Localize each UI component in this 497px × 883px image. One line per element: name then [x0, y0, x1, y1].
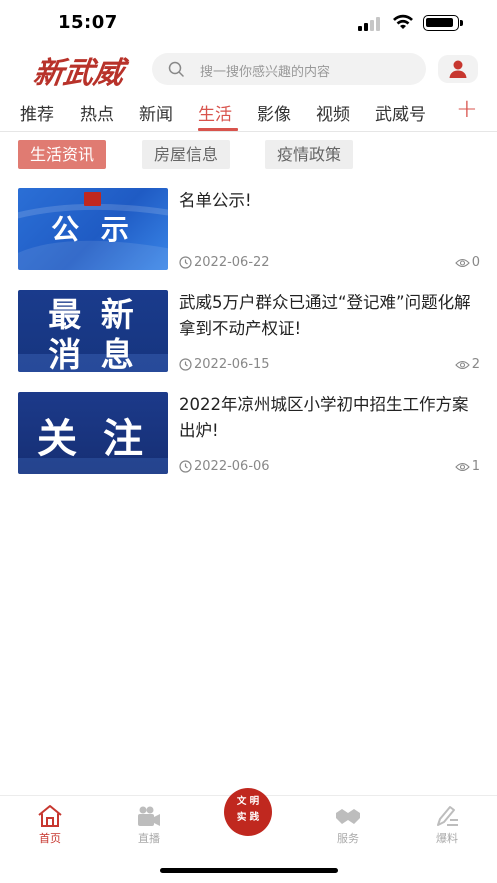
- wifi-icon: [393, 14, 413, 29]
- video-camera-icon: [138, 806, 160, 826]
- tab-hot[interactable]: 热点: [80, 100, 114, 125]
- nav-report[interactable]: 爆料: [417, 804, 477, 846]
- channel-tabs: 推荐 热点 新闻 生活 影像 视频 武威号 +: [0, 92, 497, 132]
- tab-recommend[interactable]: 推荐: [20, 100, 54, 125]
- news-thumbnail: 关 注: [18, 392, 168, 474]
- tab-images[interactable]: 影像: [257, 100, 291, 125]
- nav-service[interactable]: 服务: [318, 804, 378, 846]
- eye-icon: [454, 462, 470, 471]
- news-date: 2022-06-06: [179, 459, 270, 474]
- user-icon: [449, 60, 467, 78]
- thumbnail-caption-line-2: 消 息: [48, 335, 138, 372]
- news-thumbnail: 最 新 消 息: [18, 290, 168, 372]
- news-date-text: 2022-06-06: [194, 459, 270, 474]
- news-title[interactable]: 2022年凉州城区小学初中招生工作方案出炉!: [179, 392, 479, 444]
- badge-text-line-2: 实 践: [236, 812, 260, 823]
- app-logo: 新武威: [31, 56, 126, 91]
- news-views: 1: [454, 459, 480, 474]
- civilization-practice-badge[interactable]: 文 明 实 践: [224, 788, 272, 836]
- home-indicator: [160, 868, 338, 873]
- active-tab-indicator: [198, 128, 238, 131]
- tab-wuwei-account[interactable]: 武威号: [375, 100, 426, 125]
- nav-label: 直播: [138, 832, 160, 845]
- news-thumbnail: 公 示: [18, 188, 168, 270]
- clock-icon: [179, 460, 192, 473]
- home-icon: [38, 805, 62, 827]
- badge-text-line-1: 文 明: [236, 796, 260, 807]
- subtab-epidemic-policy[interactable]: 疫情政策: [265, 140, 354, 169]
- news-views: 2: [454, 357, 480, 372]
- status-time: 15:07: [58, 12, 118, 33]
- clock-icon: [179, 358, 192, 371]
- tab-video[interactable]: 视频: [316, 100, 350, 125]
- battery-icon: [423, 15, 463, 31]
- search-placeholder: 搜一搜你感兴趣的内容: [200, 65, 331, 80]
- search-icon: [168, 61, 184, 77]
- user-profile-button[interactable]: [438, 55, 478, 83]
- status-bar: 15:07: [0, 0, 497, 46]
- nav-live[interactable]: 直播: [119, 804, 179, 846]
- news-views-count: 1: [471, 459, 480, 474]
- eye-icon: [454, 360, 470, 369]
- search-input[interactable]: 搜一搜你感兴趣的内容: [152, 53, 426, 85]
- news-views: 0: [454, 255, 480, 270]
- handshake-icon: [336, 809, 360, 824]
- tab-news[interactable]: 新闻: [139, 100, 173, 125]
- news-title[interactable]: 名单公示!: [179, 188, 479, 214]
- add-channel-button[interactable]: +: [456, 94, 478, 124]
- subtab-life-info[interactable]: 生活资讯: [18, 140, 107, 169]
- nav-label: 服务: [337, 832, 359, 845]
- clock-icon: [179, 256, 192, 269]
- news-list-item[interactable]: 公 示 名单公示! 2022-06-22 0: [18, 188, 480, 272]
- news-date-text: 2022-06-22: [194, 255, 270, 270]
- edit-note-icon: [437, 806, 458, 826]
- news-date: 2022-06-22: [179, 255, 270, 270]
- eye-icon: [454, 258, 470, 267]
- news-views-count: 2: [471, 357, 480, 372]
- nav-home[interactable]: 首页: [20, 804, 80, 846]
- thumbnail-caption: 公 示: [51, 213, 135, 246]
- news-title[interactable]: 武威5万户群众已通过“登记难”问题化解拿到不动产权证!: [179, 290, 479, 342]
- news-views-count: 0: [471, 255, 480, 270]
- nav-label: 首页: [39, 832, 61, 845]
- news-list-item[interactable]: 最 新 消 息 武威5万户群众已通过“登记难”问题化解拿到不动产权证! 2022…: [18, 290, 480, 374]
- app-header: 新武威 搜一搜你感兴趣的内容: [0, 46, 497, 92]
- bottom-navigation: 首页 直播 文 明 实 践 服务 爆料: [0, 788, 497, 883]
- subtab-housing-info[interactable]: 房屋信息: [142, 140, 231, 169]
- thumbnail-caption: 关 注: [37, 416, 149, 462]
- news-date: 2022-06-15: [179, 357, 270, 372]
- cellular-signal-icon: [358, 17, 380, 31]
- news-date-text: 2022-06-15: [194, 357, 270, 372]
- sub-tabs: 生活资讯 房屋信息 疫情政策: [0, 140, 497, 170]
- news-list-item[interactable]: 关 注 2022年凉州城区小学初中招生工作方案出炉! 2022-06-06 1: [18, 392, 480, 476]
- nav-label: 爆料: [436, 832, 458, 845]
- tab-life[interactable]: 生活: [198, 100, 232, 125]
